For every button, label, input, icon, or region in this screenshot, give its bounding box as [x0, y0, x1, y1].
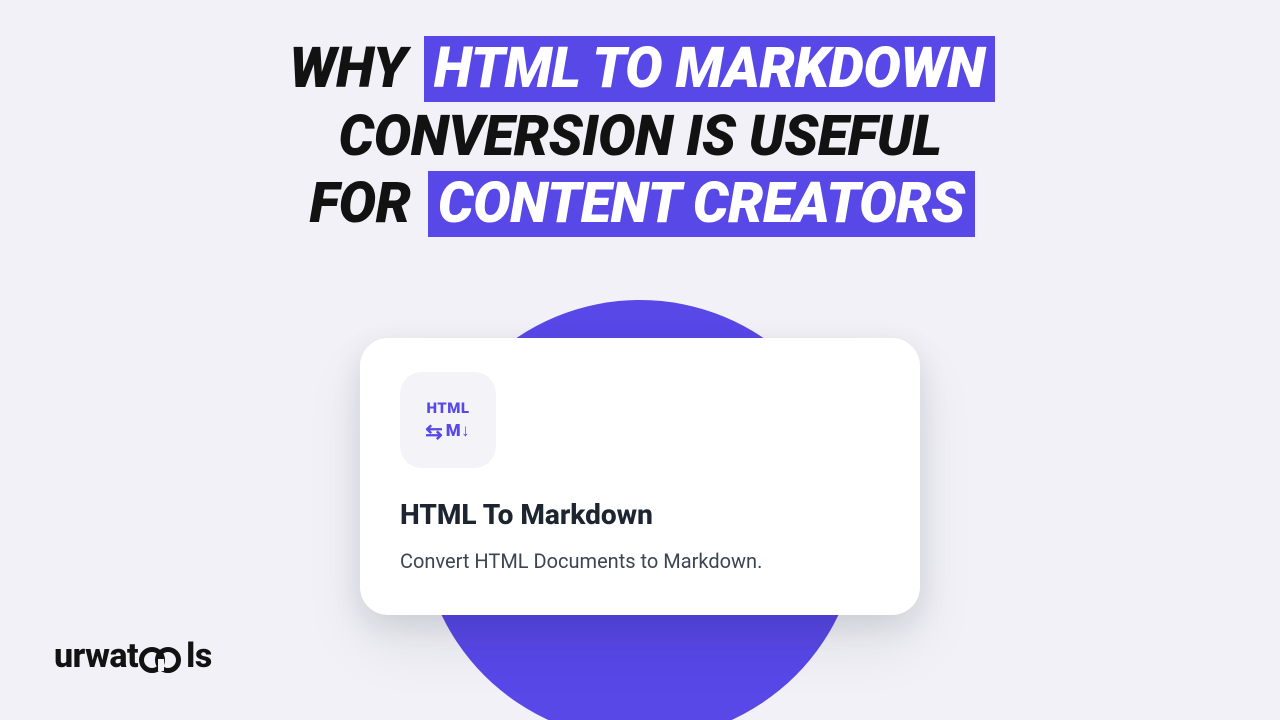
headline-line-3: FOR CONTENT CREATORS: [0, 169, 1280, 239]
headline-text: FOR: [305, 170, 414, 236]
brand-text-suffix: ls: [186, 636, 212, 676]
card-title: HTML To Markdown: [400, 498, 880, 531]
icon-label-top: HTML: [426, 399, 469, 417]
headline-highlight: CONTENT CREATORS: [428, 171, 975, 237]
headline-text: WHY: [285, 35, 410, 101]
swap-arrows-icon: ⇆: [425, 422, 443, 441]
html-to-markdown-icon: HTML ⇆ M↓: [400, 372, 496, 468]
card-description: Convert HTML Documents to Markdown.: [400, 547, 880, 575]
brand-logo: urwat ls: [54, 636, 212, 676]
icon-label-bottom-row: ⇆ M↓: [426, 421, 470, 441]
headline-line-2: CONVERSION IS USEFUL: [0, 104, 1280, 168]
headline-line-1: WHY HTML TO MARKDOWN: [0, 34, 1280, 104]
tool-card: HTML ⇆ M↓ HTML To Markdown Convert HTML …: [360, 338, 920, 615]
icon-label-bottom: M↓: [446, 421, 470, 441]
page-headline: WHY HTML TO MARKDOWN CONVERSION IS USEFU…: [0, 34, 1280, 239]
brand-rings-icon: [139, 647, 185, 673]
brand-text-prefix: urwat: [54, 636, 138, 676]
headline-highlight: HTML TO MARKDOWN: [424, 36, 995, 102]
headline-text: CONVERSION IS USEFUL: [335, 103, 946, 169]
